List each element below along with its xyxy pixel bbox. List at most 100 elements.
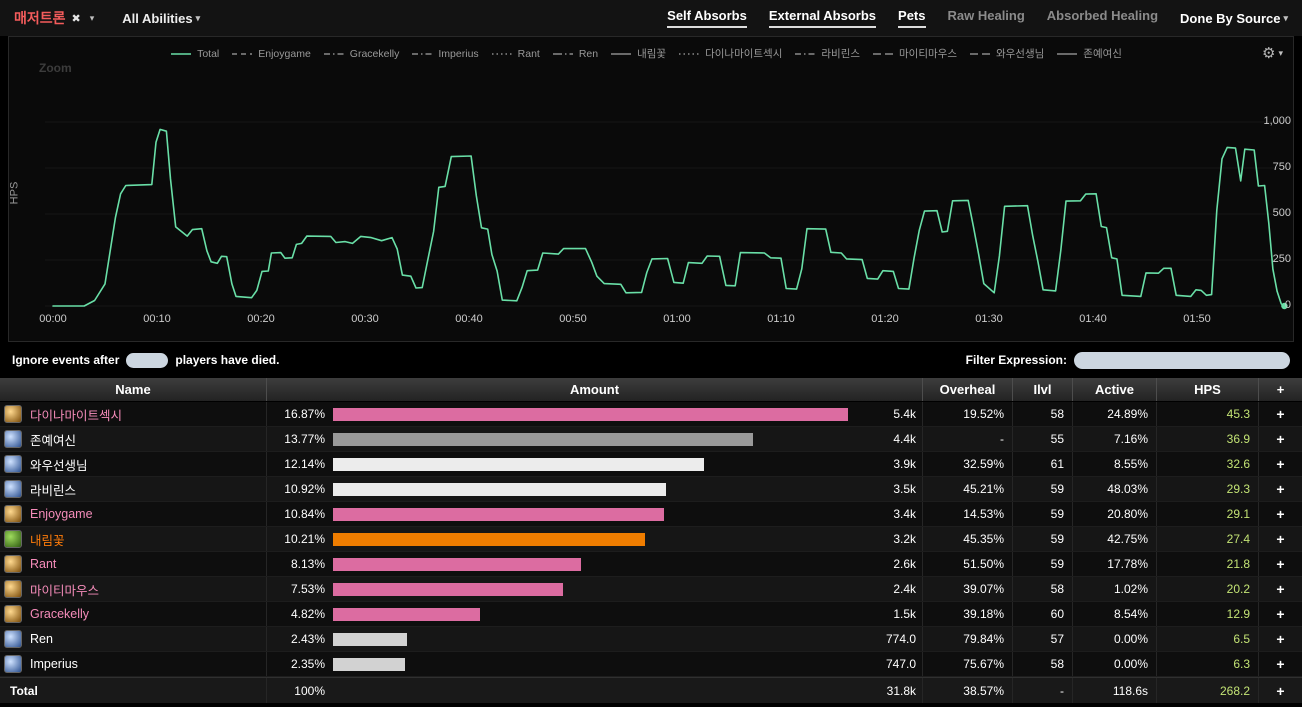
player-name[interactable]: Rant	[30, 557, 56, 571]
table-row[interactable]: 와우선생님 12.14% 3.9k 32.59% 61 8.55% 32.6 +	[0, 452, 1302, 477]
expand-total-button[interactable]: +	[1258, 678, 1302, 703]
table-row[interactable]: Rant 8.13% 2.6k 51.50% 59 17.78% 21.8 +	[0, 552, 1302, 577]
legend-line-sample	[491, 50, 513, 58]
player-name[interactable]: 존예여신	[30, 430, 76, 449]
player-name-cell[interactable]: 내림꽃	[0, 527, 266, 551]
expand-row-button[interactable]: +	[1258, 402, 1302, 426]
player-name[interactable]: 와우선생님	[30, 455, 88, 474]
column-header-plus[interactable]: +	[1258, 378, 1302, 401]
done-by-source-dropdown[interactable]: Done By Source ▾	[1180, 11, 1288, 26]
active-cell: 1.02%	[1072, 577, 1156, 601]
column-header-active[interactable]: Active	[1072, 378, 1156, 401]
chart-settings-button[interactable]: ⚙ ▾	[1262, 44, 1283, 62]
deaths-count-input[interactable]	[126, 353, 168, 368]
player-name-cell[interactable]: Imperius	[0, 652, 266, 676]
tab-self-absorbs[interactable]: Self Absorbs	[667, 8, 747, 28]
legend-item-7[interactable]: 다이나마이트섹시	[678, 46, 782, 61]
active-cell: 17.78%	[1072, 552, 1156, 576]
amount-bar	[333, 483, 666, 496]
tab-absorbed-healing[interactable]: Absorbed Healing	[1047, 8, 1158, 28]
expand-row-button[interactable]: +	[1258, 452, 1302, 476]
table-row[interactable]: 내림꽃 10.21% 3.2k 45.35% 59 42.75% 27.4 +	[0, 527, 1302, 552]
priest-class-icon	[4, 655, 22, 673]
legend-item-4[interactable]: Rant	[491, 48, 540, 60]
table-row[interactable]: 라비린스 10.92% 3.5k 45.21% 59 48.03% 29.3 +	[0, 477, 1302, 502]
player-name-cell[interactable]: Rant	[0, 552, 266, 576]
player-name-cell[interactable]: 라비린스	[0, 477, 266, 501]
tab-raw-healing[interactable]: Raw Healing	[948, 8, 1025, 28]
legend-item-0[interactable]: Total	[170, 48, 219, 60]
expand-row-button[interactable]: +	[1258, 627, 1302, 651]
column-header-overheal[interactable]: Overheal	[922, 378, 1012, 401]
legend-item-5[interactable]: Ren	[552, 48, 598, 60]
legend-item-6[interactable]: 내림꽃	[610, 46, 666, 61]
expand-row-button[interactable]: +	[1258, 427, 1302, 451]
legend-item-3[interactable]: Imperius	[411, 48, 478, 60]
column-header-ilvl[interactable]: Ilvl	[1012, 378, 1072, 401]
filter-expression-input[interactable]	[1074, 352, 1290, 369]
legend-label: Gracekelly	[350, 48, 400, 60]
amount-cell: 4.82% 1.5k	[266, 602, 922, 626]
player-name-cell[interactable]: 다이나마이트섹시	[0, 402, 266, 426]
table-row[interactable]: Imperius 2.35% 747.0 75.67% 58 0.00% 6.3…	[0, 652, 1302, 677]
table-row[interactable]: Ren 2.43% 774.0 79.84% 57 0.00% 6.5 +	[0, 627, 1302, 652]
active-cell: 24.89%	[1072, 402, 1156, 426]
amount-bar-track	[333, 458, 848, 471]
column-header-name[interactable]: Name	[0, 378, 266, 401]
player-name[interactable]: 내림꽃	[30, 530, 65, 549]
legend-label: 존예여신	[1083, 46, 1122, 61]
amount-bar	[333, 458, 704, 471]
player-name[interactable]: Ren	[30, 632, 53, 646]
player-name[interactable]: Imperius	[30, 657, 78, 671]
expand-row-button[interactable]: +	[1258, 577, 1302, 601]
player-name-cell[interactable]: 존예여신	[0, 427, 266, 451]
legend-item-11[interactable]: 존예여신	[1056, 46, 1122, 61]
expand-row-button[interactable]: +	[1258, 602, 1302, 626]
legend-label: 내림꽃	[637, 46, 666, 61]
legend-label: 마이티마우스	[899, 46, 957, 61]
player-name-cell[interactable]: Ren	[0, 627, 266, 651]
player-name-cell[interactable]: Enjoygame	[0, 502, 266, 526]
player-name[interactable]: 라비린스	[30, 480, 76, 499]
legend-item-2[interactable]: Gracekelly	[323, 48, 400, 60]
hps-cell: 6.3	[1156, 652, 1258, 676]
overheal-cell: 14.53%	[922, 502, 1012, 526]
abilities-filter-dropdown[interactable]: All Abilities ▾	[122, 11, 200, 26]
expand-row-button[interactable]: +	[1258, 477, 1302, 501]
player-name[interactable]: 다이나마이트섹시	[30, 405, 122, 424]
column-header-amount[interactable]: Amount	[266, 378, 922, 401]
player-name-cell[interactable]: 마이티마우스	[0, 577, 266, 601]
amount-bar	[333, 533, 645, 546]
tab-external-absorbs[interactable]: External Absorbs	[769, 8, 876, 28]
expand-row-button[interactable]: +	[1258, 527, 1302, 551]
table-row[interactable]: 존예여신 13.77% 4.4k - 55 7.16% 36.9 +	[0, 427, 1302, 452]
legend-item-8[interactable]: 라비린스	[794, 46, 860, 61]
expand-row-button[interactable]: +	[1258, 552, 1302, 576]
legend-line-sample	[552, 50, 574, 58]
legend-line-sample	[411, 50, 433, 58]
player-name[interactable]: Enjoygame	[30, 507, 93, 521]
hps-line-chart[interactable]	[37, 79, 1293, 319]
column-header-hps[interactable]: HPS	[1156, 378, 1258, 401]
table-row[interactable]: Gracekelly 4.82% 1.5k 39.18% 60 8.54% 12…	[0, 602, 1302, 627]
amount-bar	[333, 608, 480, 621]
boss-filter-dropdown[interactable]: 매저트론 ✖ ▾	[14, 8, 94, 28]
table-row[interactable]: 마이티마우스 7.53% 2.4k 39.07% 58 1.02% 20.2 +	[0, 577, 1302, 602]
player-name[interactable]: Gracekelly	[30, 607, 89, 621]
legend-item-10[interactable]: 와우선생님	[969, 46, 1044, 61]
table-row[interactable]: 다이나마이트섹시 16.87% 5.4k 19.52% 58 24.89% 45…	[0, 402, 1302, 427]
filter-expression-label: Filter Expression:	[966, 353, 1067, 367]
priest-class-icon	[4, 480, 22, 498]
legend-item-9[interactable]: 마이티마우스	[872, 46, 957, 61]
table-row[interactable]: Enjoygame 10.84% 3.4k 14.53% 59 20.80% 2…	[0, 502, 1302, 527]
close-icon[interactable]: ✖	[72, 12, 81, 25]
total-percent: 100%	[267, 684, 325, 698]
player-name-cell[interactable]: 와우선생님	[0, 452, 266, 476]
expand-row-button[interactable]: +	[1258, 652, 1302, 676]
player-name-cell[interactable]: Gracekelly	[0, 602, 266, 626]
player-name[interactable]: 마이티마우스	[30, 580, 99, 599]
expand-row-button[interactable]: +	[1258, 502, 1302, 526]
ilvl-cell: 59	[1012, 527, 1072, 551]
tab-pets[interactable]: Pets	[898, 8, 925, 28]
legend-item-1[interactable]: Enjoygame	[231, 48, 311, 60]
